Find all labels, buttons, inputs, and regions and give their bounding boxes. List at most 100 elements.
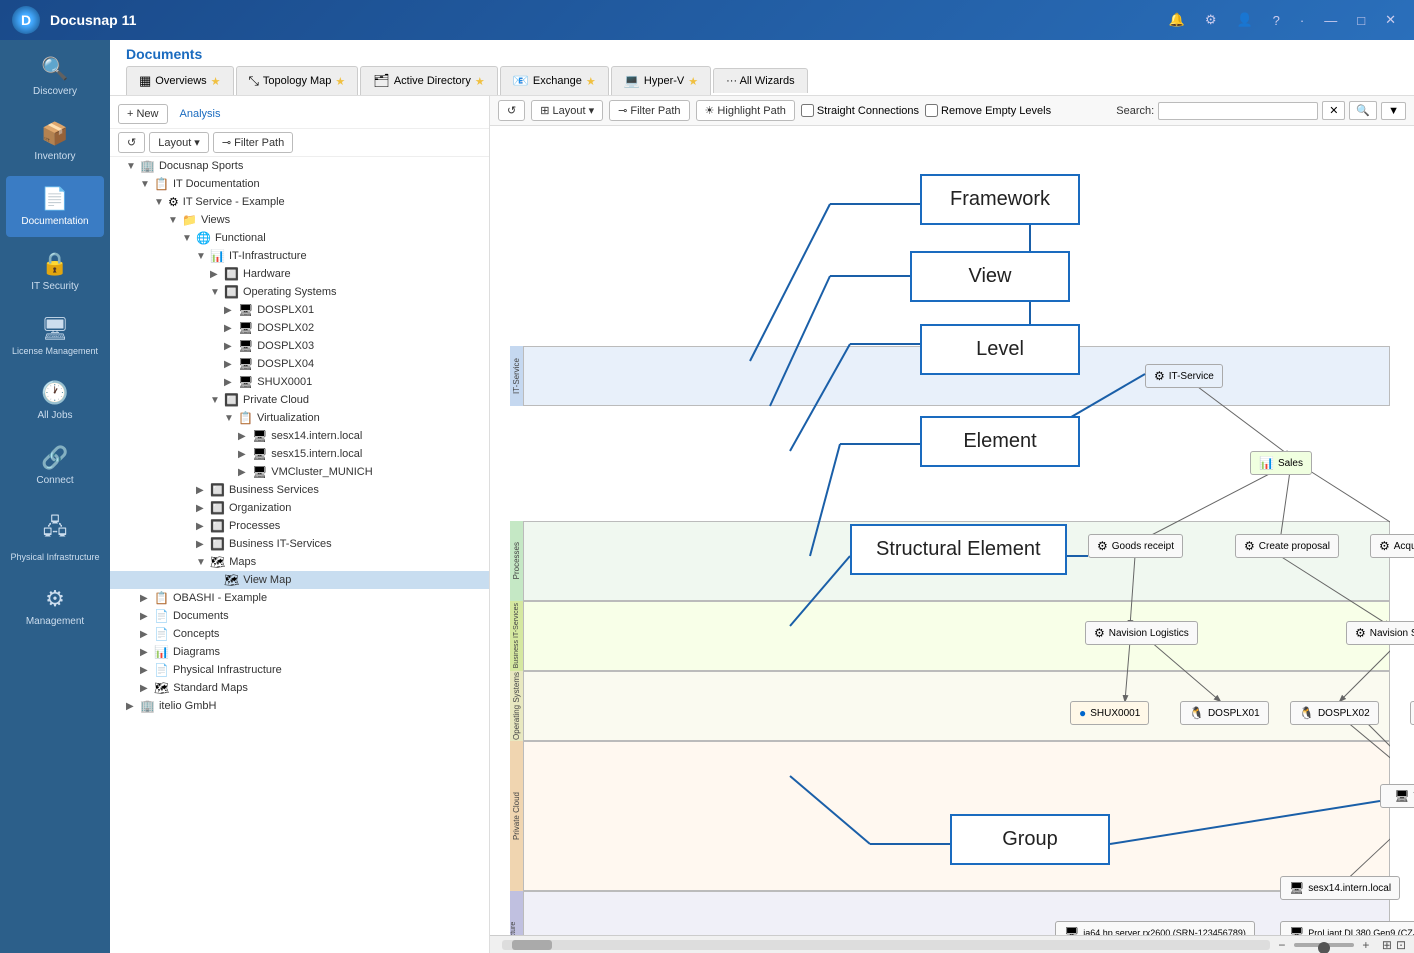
tree-node-hardware[interactable]: ▶ 🔲 Hardware bbox=[110, 265, 489, 283]
node-acquire-customers[interactable]: ⚙ Acquire new customers bbox=[1370, 534, 1414, 558]
tree-node-shux0001[interactable]: ▶ 🖥 SHUX0001 bbox=[110, 373, 489, 391]
layout-diagram-btn[interactable]: ⊞ Layout ▾ bbox=[531, 100, 603, 121]
sidebar-item-inventory[interactable]: 📦 Inventory bbox=[6, 111, 104, 172]
filter-path-button[interactable]: ⊸ Filter Path bbox=[213, 132, 293, 153]
tab-all-wizards[interactable]: ··· All Wizards bbox=[713, 68, 807, 93]
node-dosplx03-diag[interactable]: 🐧 DOSPLX03 bbox=[1410, 701, 1414, 725]
node-navision-sales[interactable]: ⚙ Navision Sales bbox=[1346, 621, 1414, 645]
fit-page-btn[interactable]: ⊞ bbox=[1382, 938, 1392, 952]
zoom-in-btn[interactable]: + bbox=[1358, 938, 1374, 952]
tab-hyper-v[interactable]: 💻 Hyper-V ★ bbox=[611, 66, 711, 95]
refresh-diagram-btn[interactable]: ↺ bbox=[498, 100, 525, 121]
tree-node-physical-infra[interactable]: ▶ 📄 Physical Infrastructure bbox=[110, 661, 489, 679]
sidebar-item-all-jobs[interactable]: 🕐 All Jobs bbox=[6, 370, 104, 431]
tree-node-os[interactable]: ▼ 🔲 Operating Systems bbox=[110, 283, 489, 301]
sidebar-item-physical[interactable]: 🖧 Physical Infrastructure bbox=[6, 500, 104, 572]
tree-node-dosplx01[interactable]: ▶ 🖥 DOSPLX01 bbox=[110, 301, 489, 319]
node-sesx14-diag[interactable]: 🖥 sesx14.intern.local bbox=[1280, 876, 1400, 900]
search-go-btn[interactable]: 🔍 bbox=[1349, 101, 1377, 120]
tree-node-sesx15[interactable]: ▶ 🖥 sesx15.intern.local bbox=[110, 445, 489, 463]
tree-node-diagrams[interactable]: ▶ 📊 Diagrams bbox=[110, 643, 489, 661]
tree-node-business-it-services[interactable]: ▶ 🔲 Business IT-Services bbox=[110, 535, 489, 553]
tree-node-sesx14[interactable]: ▶ 🖥 sesx14.intern.local bbox=[110, 427, 489, 445]
actual-size-btn[interactable]: ⊡ bbox=[1396, 938, 1406, 952]
analysis-link[interactable]: Analysis bbox=[180, 108, 221, 120]
tree-node-functional[interactable]: ▼ 🌐 Functional bbox=[110, 229, 489, 247]
sidebar-item-connect[interactable]: 🔗 Connect bbox=[6, 435, 104, 496]
maximize-icon[interactable]: □ bbox=[1351, 11, 1371, 30]
tree-node-dosplx03[interactable]: ▶ 🖥 DOSPLX03 bbox=[110, 337, 489, 355]
remove-empty-check[interactable]: Remove Empty Levels bbox=[925, 104, 1051, 117]
tree-toolbar2: ↺ Layout ▾ ⊸ Filter Path bbox=[110, 129, 489, 157]
tab-active-directory[interactable]: 🗂 Active Directory ★ bbox=[360, 66, 497, 95]
node-dosplx02-diag[interactable]: 🐧 DOSPLX02 bbox=[1290, 701, 1379, 725]
node-it-service[interactable]: ⚙ IT-Service bbox=[1145, 364, 1223, 388]
straight-connections-input[interactable] bbox=[801, 104, 814, 117]
tree-node-standard-maps[interactable]: ▶ 🗺 Standard Maps bbox=[110, 679, 489, 697]
notification-icon[interactable]: 🔔 bbox=[1163, 10, 1191, 30]
tree-node-virtualization[interactable]: ▼ 📋 Virtualization bbox=[110, 409, 489, 427]
documentation-icon: 📄 bbox=[41, 186, 68, 212]
tab-exchange[interactable]: 📧 Exchange ★ bbox=[500, 66, 609, 95]
tree-node-docusnap-sports[interactable]: ▼ 🏢 Docusnap Sports bbox=[110, 157, 489, 175]
tree-node-it-service[interactable]: ▼ ⚙ IT Service - Example bbox=[110, 193, 489, 211]
node-goods-receipt[interactable]: ⚙ Goods receipt bbox=[1088, 534, 1183, 558]
tree-node-view-map[interactable]: 🗺 View Map bbox=[110, 571, 489, 589]
node-proliant1[interactable]: 🖥 ProLiant DL380 Gen9 (CZJ6453L18) bbox=[1280, 921, 1414, 935]
tab-overviews[interactable]: ▦ Overviews ★ bbox=[126, 66, 234, 95]
sidebar-item-it-security[interactable]: 🔒 IT Security bbox=[6, 241, 104, 302]
tree-node-concepts[interactable]: ▶ 📄 Concepts bbox=[110, 625, 489, 643]
framework-label: Framework bbox=[950, 188, 1050, 210]
sidebar-item-documentation[interactable]: 📄 Documentation bbox=[6, 176, 104, 237]
tree-node-it-documentation[interactable]: ▼ 📋 IT Documentation bbox=[110, 175, 489, 193]
tree-node-itelio[interactable]: ▶ 🏢 itelio GmbH bbox=[110, 697, 489, 715]
user-icon[interactable]: 👤 bbox=[1230, 10, 1258, 30]
tree-node-it-infra[interactable]: ▼ 📊 IT-Infrastructure bbox=[110, 247, 489, 265]
search-filter-btn[interactable]: ▼ bbox=[1381, 102, 1406, 120]
tree-node-views[interactable]: ▼ 📁 Views bbox=[110, 211, 489, 229]
tab-topology[interactable]: ⤡ Topology Map ★ bbox=[236, 66, 359, 95]
minimize-icon[interactable]: — bbox=[1318, 11, 1343, 30]
node-vmcluster-diag[interactable]: 🖥 VMCluster_MUNICH bbox=[1380, 784, 1414, 808]
node-dosplx01-diag[interactable]: 🐧 DOSPLX01 bbox=[1180, 701, 1269, 725]
tree-node-dosplx02[interactable]: ▶ 🖥 DOSPLX02 bbox=[110, 319, 489, 337]
new-button[interactable]: + New bbox=[118, 104, 168, 124]
node-shux0001[interactable]: ● SHUX0001 bbox=[1070, 701, 1149, 725]
layout-button[interactable]: Layout ▾ bbox=[149, 132, 209, 153]
tree-node-business-services[interactable]: ▶ 🔲 Business Services bbox=[110, 481, 489, 499]
tree-node-documents[interactable]: ▶ 📄 Documents bbox=[110, 607, 489, 625]
help-icon[interactable]: ? bbox=[1267, 11, 1286, 30]
tree-node-processes[interactable]: ▶ 🔲 Processes bbox=[110, 517, 489, 535]
highlight-path-btn[interactable]: ☀ Highlight Path bbox=[696, 100, 795, 121]
sidebar-item-discovery[interactable]: 🔍 Discovery bbox=[6, 46, 104, 107]
diagram-area[interactable]: IT-Service Processes Business IT-Service… bbox=[490, 126, 1414, 935]
zoom-out-btn[interactable]: − bbox=[1274, 938, 1290, 952]
h-scrollbar[interactable] bbox=[502, 940, 1270, 950]
hyperv-star[interactable]: ★ bbox=[688, 75, 698, 88]
overviews-star[interactable]: ★ bbox=[211, 75, 221, 88]
settings-icon[interactable]: ⚙ bbox=[1199, 10, 1223, 30]
sidebar-item-management[interactable]: ⚙ Management bbox=[6, 576, 104, 637]
node-hp-server[interactable]: 🖥 ia64 hp server rx2600 (SRN-123456789) bbox=[1055, 921, 1255, 935]
node-create-proposal[interactable]: ⚙ Create proposal bbox=[1235, 534, 1339, 558]
node-navision-logistics[interactable]: ⚙ Navision Logistics bbox=[1085, 621, 1198, 645]
tree-node-vmcluster[interactable]: ▶ 🖥 VMCluster_MUNICH bbox=[110, 463, 489, 481]
zoom-slider[interactable] bbox=[1294, 943, 1354, 947]
search-clear-btn[interactable]: ✕ bbox=[1322, 101, 1345, 120]
exchange-star[interactable]: ★ bbox=[586, 75, 596, 88]
straight-connections-check[interactable]: Straight Connections bbox=[801, 104, 919, 117]
node-sales[interactable]: 📊 Sales bbox=[1250, 451, 1312, 475]
tree-node-private-cloud[interactable]: ▼ 🔲 Private Cloud bbox=[110, 391, 489, 409]
search-input[interactable] bbox=[1158, 102, 1318, 120]
topology-star[interactable]: ★ bbox=[335, 75, 345, 88]
refresh-button[interactable]: ↺ bbox=[118, 132, 145, 153]
remove-empty-input[interactable] bbox=[925, 104, 938, 117]
tree-node-dosplx04[interactable]: ▶ 🖥 DOSPLX04 bbox=[110, 355, 489, 373]
sidebar-item-license[interactable]: 🖥 License Management bbox=[6, 306, 104, 366]
tree-node-maps[interactable]: ▼ 🗺 Maps bbox=[110, 553, 489, 571]
tree-node-organization[interactable]: ▶ 🔲 Organization bbox=[110, 499, 489, 517]
tree-node-obashi[interactable]: ▶ 📋 OBASHI - Example bbox=[110, 589, 489, 607]
close-icon[interactable]: ✕ bbox=[1379, 10, 1402, 30]
filter-path-diagram-btn[interactable]: ⊸ Filter Path bbox=[609, 100, 689, 121]
ad-star[interactable]: ★ bbox=[475, 75, 485, 88]
